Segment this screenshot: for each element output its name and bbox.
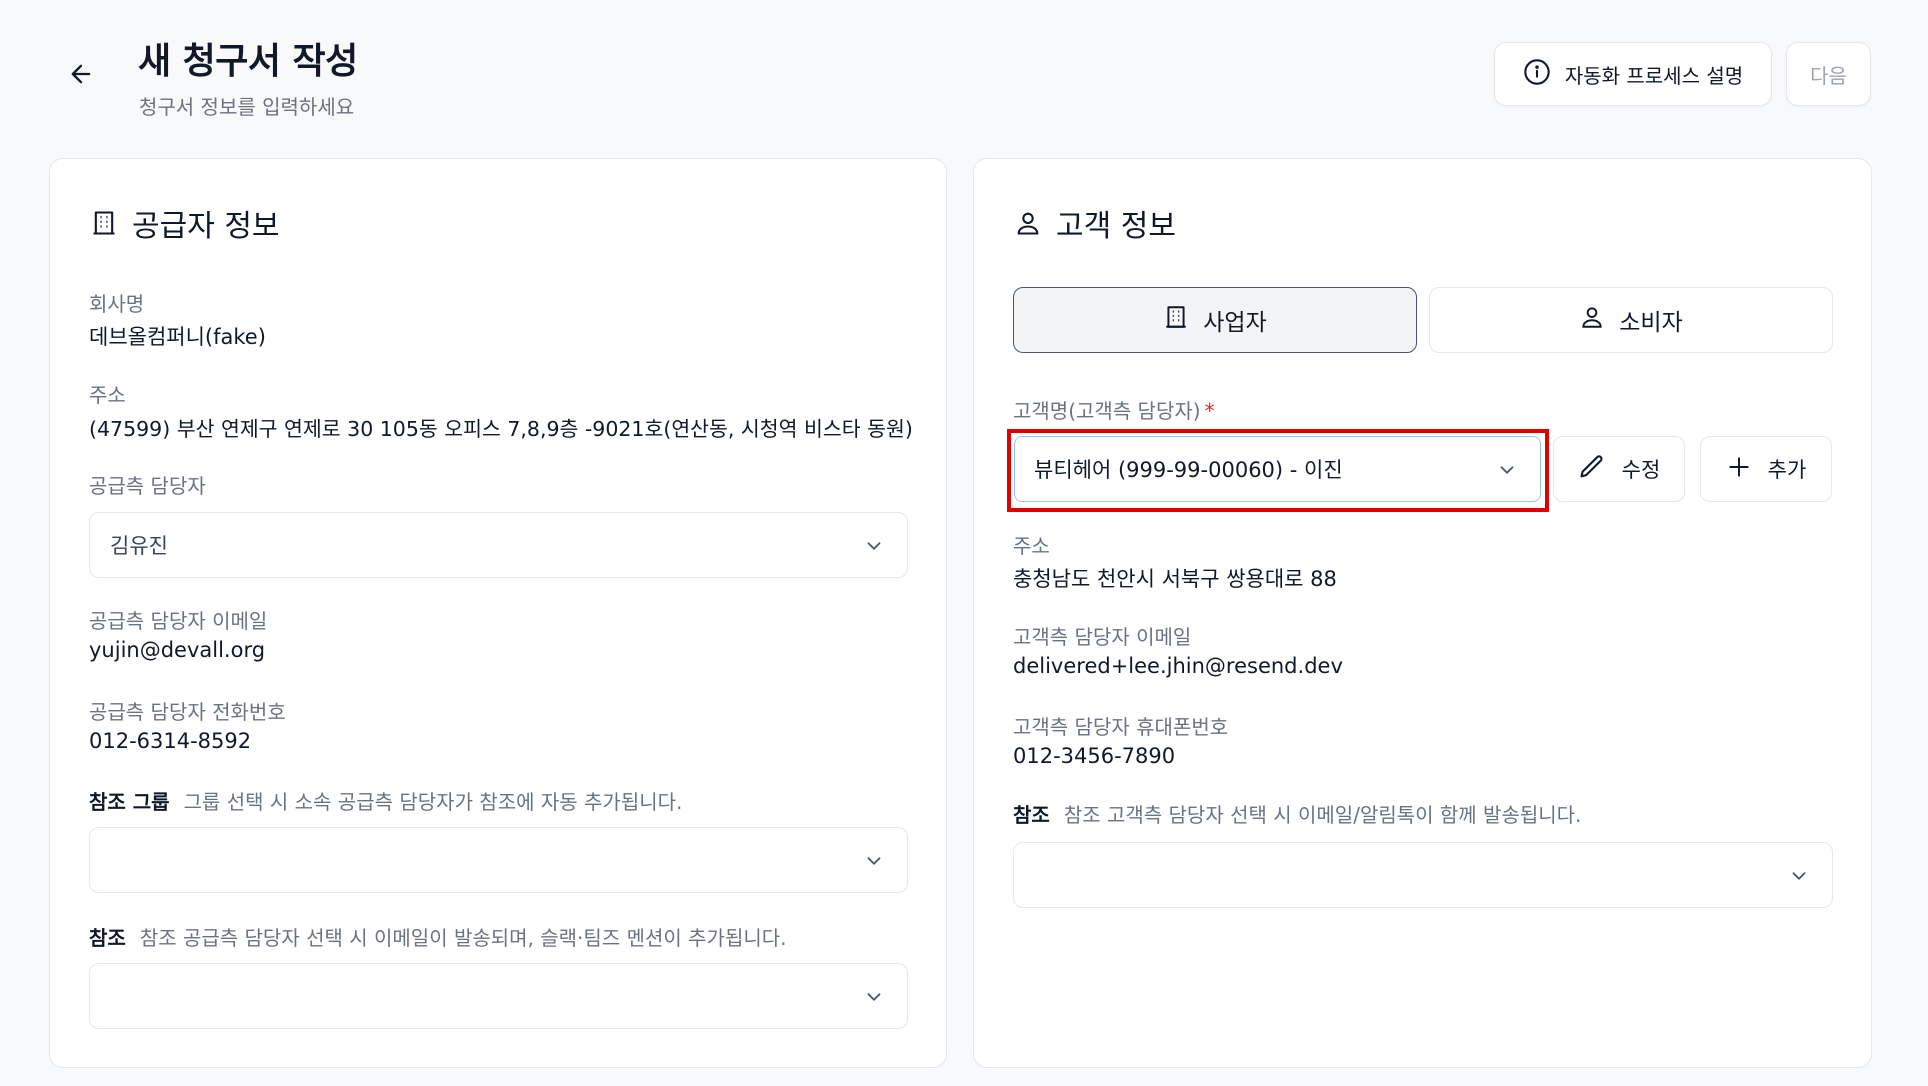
customer-phone-value: 012-3456-7890 bbox=[1013, 744, 1176, 768]
chevron-down-icon bbox=[1788, 865, 1810, 892]
chevron-down-icon bbox=[863, 986, 885, 1013]
supplier-ref-select[interactable] bbox=[89, 963, 908, 1029]
edit-label: 수정 bbox=[1621, 458, 1661, 482]
add-label: 추가 bbox=[1767, 458, 1807, 482]
customer-ref-label: 참조 bbox=[1013, 803, 1050, 827]
customer-phone-label: 고객측 담당자 휴대폰번호 bbox=[1013, 715, 1229, 739]
edit-customer-button[interactable]: 수정 bbox=[1553, 436, 1685, 502]
type-business-label: 사업자 bbox=[1203, 310, 1267, 336]
customer-ref-hint: 참조 고객측 담당자 선택 시 이메일/알림톡이 함께 발송됩니다. bbox=[1063, 803, 1582, 827]
ref-group-select[interactable] bbox=[89, 827, 908, 893]
process-guide-button[interactable]: 자동화 프로세스 설명 bbox=[1494, 42, 1772, 106]
supplier-ref-hint: 참조 공급측 담당자 선택 시 이메일이 발송되며, 슬랙·팀즈 멘션이 추가됩… bbox=[139, 926, 787, 950]
customer-address-value: 충청남도 천안시 서북구 쌍용대로 88 bbox=[1013, 567, 1337, 591]
page-subtitle: 청구서 정보를 입력하세요 bbox=[139, 95, 355, 119]
supplier-manager-value: 김유진 bbox=[110, 534, 168, 558]
supplier-manager-label: 공급측 담당자 bbox=[89, 474, 206, 498]
supplier-card-title: 공급자 정보 bbox=[90, 201, 280, 245]
company-label: 회사명 bbox=[89, 292, 145, 316]
next-button[interactable]: 다음 bbox=[1786, 42, 1871, 106]
customer-card-title: 고객 정보 bbox=[1014, 201, 1176, 245]
ref-group-row: 참조 그룹 그룹 선택 시 소속 공급측 담당자가 참조에 자동 추가됩니다. bbox=[89, 786, 682, 815]
supplier-email-label: 공급측 담당자 이메일 bbox=[89, 609, 268, 633]
building-icon bbox=[90, 208, 118, 238]
customer-name-select[interactable]: 뷰티헤어 (999-99-00060) - 이진 bbox=[1014, 436, 1541, 502]
info-circle-icon bbox=[1523, 58, 1551, 91]
chevron-down-icon bbox=[863, 535, 885, 562]
process-guide-label: 자동화 프로세스 설명 bbox=[1564, 63, 1744, 88]
customer-email-value: delivered+lee.jhin@resend.dev bbox=[1013, 654, 1343, 678]
customer-title-text: 고객 정보 bbox=[1056, 209, 1176, 244]
ref-group-label: 참조 그룹 bbox=[89, 790, 170, 814]
ref-group-hint: 그룹 선택 시 소속 공급측 담당자가 참조에 자동 추가됩니다. bbox=[183, 790, 683, 814]
back-button[interactable] bbox=[62, 58, 100, 94]
customer-name-label: 고객명(고객측 담당자) * bbox=[1013, 399, 1215, 423]
supplier-ref-row: 참조 참조 공급측 담당자 선택 시 이메일이 발송되며, 슬랙·팀즈 멘션이 … bbox=[89, 922, 787, 951]
chevron-down-icon bbox=[863, 850, 885, 877]
plus-icon bbox=[1726, 454, 1752, 485]
add-customer-button[interactable]: 추가 bbox=[1700, 436, 1832, 502]
arrow-left-icon bbox=[67, 60, 95, 92]
supplier-address-label: 주소 bbox=[89, 383, 126, 407]
user-icon bbox=[1014, 208, 1042, 238]
customer-ref-select[interactable] bbox=[1013, 842, 1833, 908]
type-consumer-label: 소비자 bbox=[1619, 310, 1683, 336]
user-icon bbox=[1579, 303, 1605, 337]
supplier-card: 공급자 정보 회사명 데브올컴퍼니(fake) 주소 (47599) 부산 연제… bbox=[49, 158, 947, 1068]
customer-ref-row: 참조 참조 고객측 담당자 선택 시 이메일/알림톡이 함께 발송됩니다. bbox=[1013, 799, 1581, 828]
supplier-title-text: 공급자 정보 bbox=[132, 209, 280, 244]
customer-address-label: 주소 bbox=[1013, 534, 1050, 558]
supplier-email-value: yujin@devall.org bbox=[89, 638, 266, 662]
customer-card: 고객 정보 사업자 소비자 고객명(고객측 담당자) * 주소 충청남도 천안시 … bbox=[973, 158, 1872, 1068]
chevron-down-icon bbox=[1496, 459, 1518, 486]
company-value: 데브올컴퍼니(fake) bbox=[89, 325, 266, 349]
page-title: 새 청구서 작성 bbox=[138, 41, 358, 82]
supplier-phone-label: 공급측 담당자 전화번호 bbox=[89, 700, 286, 724]
supplier-phone-value: 012-6314-8592 bbox=[89, 729, 252, 753]
type-consumer-button[interactable]: 소비자 bbox=[1429, 287, 1833, 353]
supplier-ref-label: 참조 bbox=[89, 926, 126, 950]
type-business-button[interactable]: 사업자 bbox=[1013, 287, 1417, 353]
required-mark: * bbox=[1204, 399, 1215, 423]
pencil-icon bbox=[1578, 453, 1606, 486]
building-icon bbox=[1163, 303, 1189, 337]
customer-email-label: 고객측 담당자 이메일 bbox=[1013, 625, 1192, 649]
customer-name-value: 뷰티헤어 (999-99-00060) - 이진 bbox=[1034, 458, 1343, 482]
supplier-manager-select[interactable]: 김유진 bbox=[89, 512, 908, 578]
supplier-address-value: (47599) 부산 연제구 연제로 30 105동 오피스 7,8,9층 -9… bbox=[89, 417, 913, 441]
